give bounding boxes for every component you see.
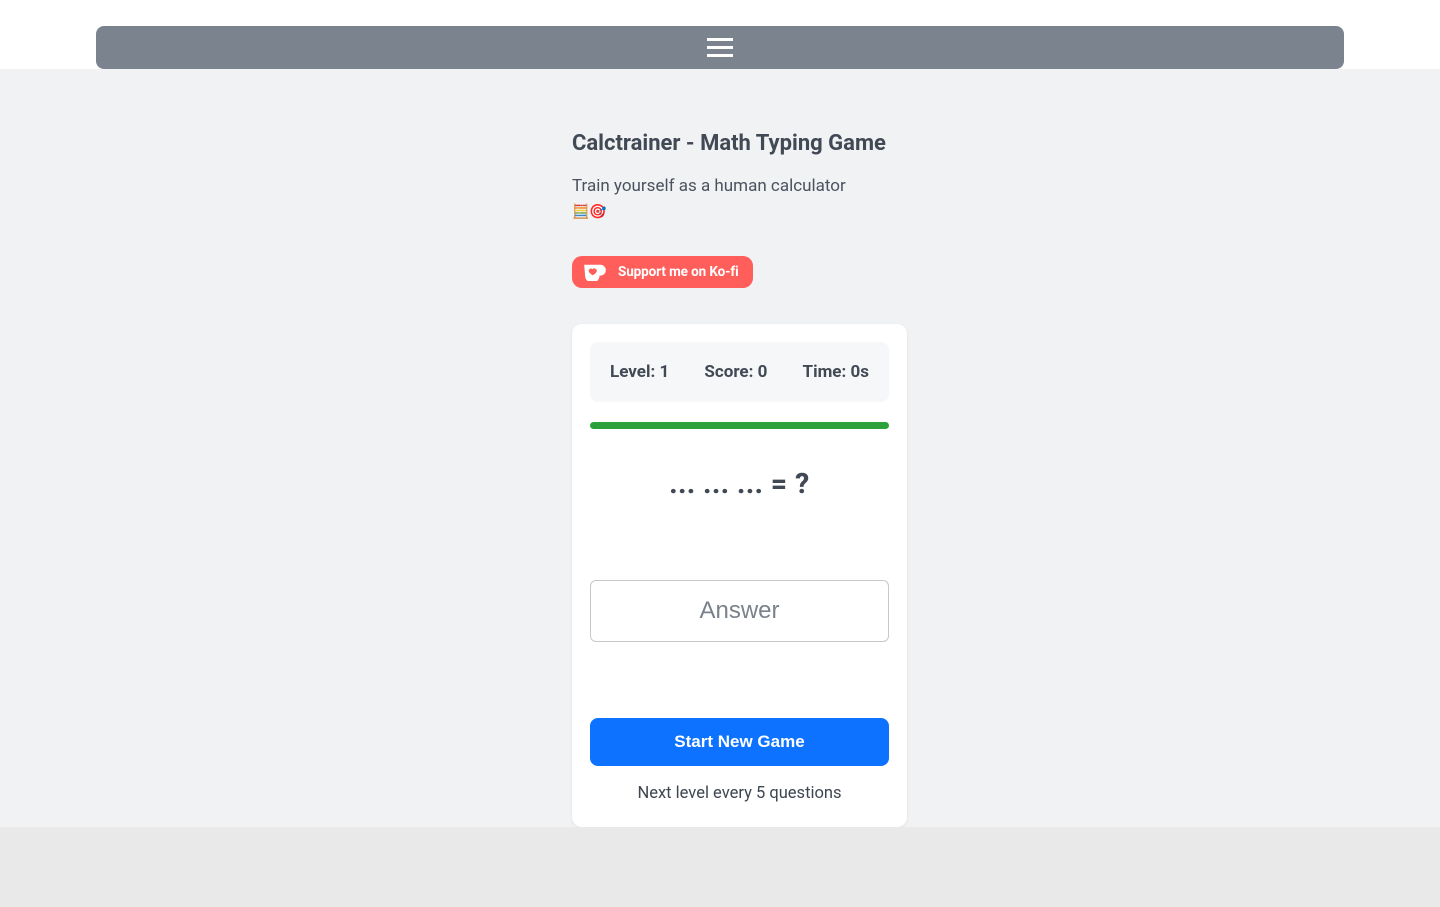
footer-strip	[0, 827, 1440, 907]
kofi-cup-icon	[582, 263, 608, 281]
level-stat: Level: 1	[610, 362, 669, 382]
emoji-line: 🧮🎯	[572, 204, 907, 220]
hamburger-menu-icon[interactable]	[707, 38, 733, 57]
page-subtitle: Train yourself as a human calculator	[572, 174, 907, 200]
kofi-label: Support me on Ko-fi	[618, 264, 739, 280]
page-title: Calctrainer - Math Typing Game	[572, 131, 907, 156]
stats-bar: Level: 1 Score: 0 Time: 0s	[590, 342, 889, 402]
progress-bar	[590, 422, 889, 429]
nav-bar	[96, 26, 1344, 69]
score-stat: Score: 0	[704, 362, 767, 382]
main-area: Calctrainer - Math Typing Game Train you…	[0, 69, 1440, 827]
level-hint: Next level every 5 questions	[590, 784, 889, 803]
game-card: Level: 1 Score: 0 Time: 0s ... ... ... =…	[572, 324, 907, 827]
equation-display: ... ... ... = ?	[590, 467, 889, 500]
content-column: Calctrainer - Math Typing Game Train you…	[572, 131, 907, 827]
kofi-button[interactable]: Support me on Ko-fi	[572, 256, 753, 288]
time-stat: Time: 0s	[803, 362, 869, 382]
start-new-game-button[interactable]: Start New Game	[590, 718, 889, 766]
answer-input[interactable]	[590, 580, 889, 642]
